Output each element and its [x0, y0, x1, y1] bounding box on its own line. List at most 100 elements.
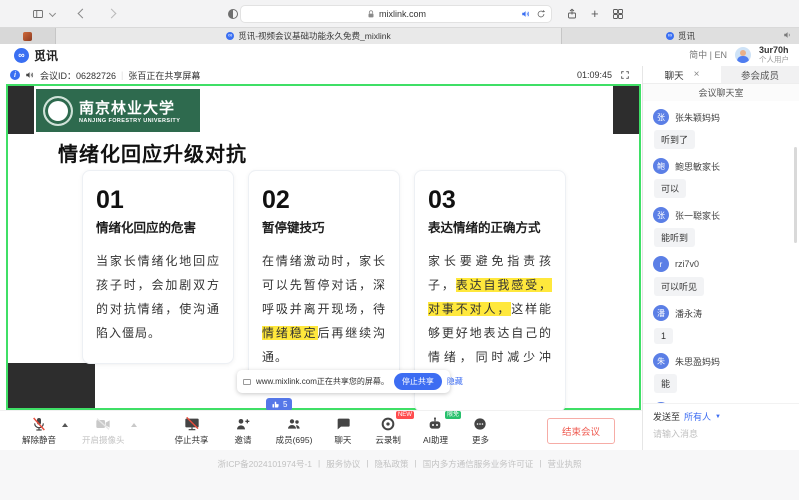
meeting-timer: 01:09:45 — [577, 70, 612, 80]
meeting-toolbar: 解除静音 开启摄像头 停止共享 — [0, 410, 642, 450]
pinned-tab-favicon — [23, 32, 32, 41]
padlock-icon — [366, 9, 376, 19]
message-bubble: 可以听见 — [654, 277, 704, 296]
footer-link-terms[interactable]: 服务协议 — [326, 458, 360, 500]
meeting-main: i 会议ID：06282726 | 张百正在共享屏幕 01:09:45 — [0, 66, 642, 450]
sender-name: 张一聪家长 — [675, 209, 720, 222]
tab-overview-icon[interactable] — [612, 8, 624, 20]
video-tile[interactable] — [613, 86, 639, 134]
camera-on-button[interactable]: 开启摄像头 — [82, 416, 125, 446]
stop-share-icon — [184, 416, 200, 432]
pinned-tab[interactable] — [0, 28, 56, 44]
address-bar[interactable]: mixlink.com — [240, 5, 552, 23]
meeting-info-bar: i 会议ID：06282726 | 张百正在共享屏幕 01:09:45 — [0, 66, 642, 84]
members-icon — [286, 416, 302, 432]
hide-popup-link[interactable]: 隐藏 — [447, 376, 463, 387]
chevron-down-icon[interactable] — [49, 10, 56, 17]
audio-icon[interactable] — [521, 9, 531, 19]
chat-message: 朱朱思盈妈妈 能 — [653, 353, 789, 402]
reload-icon[interactable] — [536, 9, 546, 19]
active-tab[interactable]: ∞ 觅讯-视频会议基础功能永久免费_mixlink — [56, 28, 562, 44]
card-body: 当家长情绪化地回应孩子时，会加剧双方的对抗情绪，使沟通陷入僵局。 — [96, 249, 220, 345]
back-icon[interactable] — [78, 9, 88, 19]
message-bubble: 听到了 — [654, 130, 695, 149]
chevron-down-icon[interactable]: ▼ — [715, 414, 721, 420]
screen-icon — [243, 379, 251, 385]
page-privacy-icon[interactable] — [228, 9, 238, 19]
university-emblem-icon — [43, 96, 73, 126]
unmute-button[interactable]: 解除静音 — [22, 416, 56, 446]
footer-link-privacy[interactable]: 隐私政策 — [374, 458, 408, 500]
chat-button[interactable]: 聊天 — [334, 416, 351, 446]
tab-members[interactable]: 参会成员 — [721, 66, 799, 83]
mixlink-favicon: ∞ — [226, 32, 234, 40]
stop-share-popup-button[interactable]: 停止共享 — [394, 373, 442, 390]
send-to-selector[interactable]: 所有人 — [684, 410, 711, 423]
mic-options-caret[interactable] — [62, 423, 68, 427]
brand-name: 觅讯 — [34, 47, 58, 64]
message-bubble: 能听到 — [654, 228, 695, 247]
second-tab-title: 觅讯 — [678, 30, 695, 42]
shared-screen: 南京林业大学 NANJING FORESTRY UNIVERSITY 情绪化回应… — [6, 84, 641, 410]
university-name-cn: 南京林业大学 — [79, 97, 180, 118]
share-popup-text: www.mixlink.com正在共享您的屏幕。 — [256, 376, 389, 387]
video-tile[interactable] — [8, 86, 34, 134]
chat-message: 张张一聪家长 能听到 — [653, 207, 789, 256]
footer-link-license[interactable]: 国内多方通信服务业务许可证 — [423, 458, 534, 500]
camera-options-caret[interactable] — [131, 423, 137, 427]
page-footer: 浙ICP备2024101974号-1 | 服务协议 | 隐私政策 | 国内多方通… — [0, 450, 799, 500]
new-tab-icon[interactable]: + — [591, 7, 599, 20]
reaction-count: 5 — [283, 400, 287, 409]
info-icon[interactable]: i — [10, 70, 20, 80]
footer-link-business[interactable]: 营业执照 — [547, 458, 581, 500]
tab-strip: ∞ 觅讯-视频会议基础功能永久免费_mixlink ∞ 觅讯 — [0, 28, 799, 44]
more-button[interactable]: 更多 — [472, 416, 489, 446]
close-icon[interactable]: × — [694, 69, 700, 80]
members-button[interactable]: 成员(695) — [276, 416, 313, 446]
avatar[interactable] — [735, 47, 751, 63]
new-badge: NEW — [396, 411, 414, 419]
card-subtitle: 表达情绪的正确方式 — [428, 217, 552, 236]
message-bubble: 1 — [654, 328, 673, 344]
chat-messages[interactable]: 张张朱颖妈妈 听到了 鲍鲍思敏家长 可以 张张一聪家长 能听到 rrzi7v0 … — [643, 101, 799, 403]
user-type: 个人用户 — [759, 56, 789, 64]
avatar: 学 — [653, 402, 669, 403]
tab-audio-icon[interactable] — [783, 30, 793, 40]
end-meeting-button[interactable]: 结束会议 — [547, 418, 615, 444]
ai-assistant-button[interactable]: 限免 AI助理 — [423, 416, 448, 446]
card-subtitle: 情绪化回应的危害 — [96, 217, 220, 236]
app-header: ∞ 觅讯 简中 | EN 3ur70h 个人用户 — [0, 44, 799, 66]
card-1: 01 情绪化回应的危害 当家长情绪化地回应孩子时，会加剧双方的对抗情绪，使沟通陷… — [82, 170, 234, 364]
card-number: 03 — [428, 186, 552, 215]
invite-icon — [235, 416, 251, 432]
sidebar-toggle-icon[interactable] — [32, 8, 44, 20]
cloud-record-button[interactable]: NEW 云录制 — [375, 416, 401, 446]
share-icon[interactable] — [566, 8, 578, 20]
send-to-label: 发送至 — [653, 410, 680, 423]
chat-message: 学学生冯悦家长 能 — [653, 402, 789, 403]
record-icon — [380, 416, 396, 432]
second-tab[interactable]: ∞ 觅讯 — [562, 28, 799, 44]
brand[interactable]: ∞ 觅讯 — [14, 47, 58, 64]
scrollbar[interactable] — [794, 147, 797, 243]
card-number: 02 — [262, 186, 386, 215]
sender-name: 潘永涛 — [675, 307, 702, 320]
message-bubble: 可以 — [654, 179, 686, 198]
active-tab-title: 觅讯-视频会议基础功能永久免费_mixlink — [238, 30, 391, 42]
more-icon — [472, 416, 488, 432]
thumbs-up-icon — [271, 400, 280, 409]
speaker-icon[interactable] — [25, 70, 35, 80]
language-switch[interactable]: 简中 | EN — [689, 48, 727, 61]
chat-input[interactable] — [653, 429, 789, 439]
chat-room-title: 会议聊天室 — [643, 84, 799, 101]
stop-share-button[interactable]: 停止共享 — [175, 416, 209, 446]
chat-message: 鲍鲍思敏家长 可以 — [653, 158, 789, 207]
fullscreen-icon[interactable] — [620, 70, 630, 80]
browser-chrome: mixlink.com + — [0, 0, 799, 28]
forward-icon[interactable] — [107, 9, 117, 19]
invite-button[interactable]: 邀请 — [235, 416, 252, 446]
camera-off-icon — [95, 416, 111, 432]
message-bubble: 能 — [654, 374, 677, 393]
url-text: mixlink.com — [379, 9, 426, 19]
tab-chat[interactable]: 聊天 × — [643, 66, 721, 83]
